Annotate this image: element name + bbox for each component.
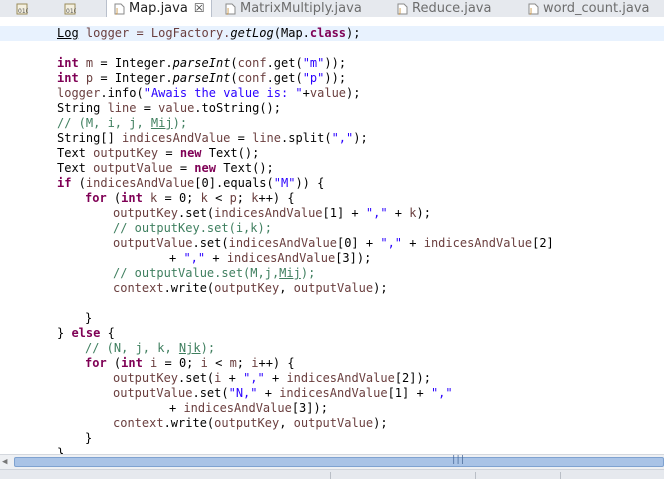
java-file-icon: J [527,3,539,15]
code-line: Log logger = LogFactory.getLog(Map.class… [57,26,361,40]
svg-text:J: J [398,7,401,15]
code-line: outputValue.set("N," + indicesAndValue[1… [113,386,453,400]
code-line: String line = value.toString(); [57,101,281,115]
code-line: outputKey.set(indicesAndValue[1] + "," +… [113,206,431,220]
code-line: Text outputKey = new Text(); [57,146,260,160]
tab-label: Reduce.java [412,1,492,16]
code-line: if (indicesAndValue[0].equals("M")) { [57,176,325,190]
tab-map-java[interactable]: J Map.java ☒ [106,0,212,17]
code-line: + indicesAndValue[3]); [169,401,328,415]
close-icon[interactable]: ☒ [194,1,205,16]
horizontal-scrollbar[interactable]: ◀ ||| [0,454,664,469]
svg-text:J: J [529,7,532,15]
tab-matrixmultiply-java[interactable]: J MatrixMultiply.java [224,0,362,17]
class-file-icon: 010 [16,3,30,15]
code-comment: // outputValue.set(M,j,Mij); [113,266,316,280]
java-file-icon: J [224,3,236,15]
java-file-icon: J [396,3,408,15]
svg-text:010: 010 [18,8,28,15]
code-line: int p = Integer.parseInt(conf.get("p")); [57,71,347,85]
tab-class-file-1[interactable]: 010 [16,0,46,17]
code-line: outputValue.set(indicesAndValue[0] + ","… [113,236,554,250]
code-comment: // (M, i, j, Mij); [57,116,188,130]
code-line: } [85,311,93,325]
code-line: context.write(outputKey, outputValue); [113,281,388,295]
code-line: for (int i = 0; i < m; i++) { [85,356,295,370]
code-line: } else { [57,326,115,340]
code-line: } [85,431,93,445]
scrollbar-grip-icon: ||| [451,455,465,465]
java-file-icon: J [113,3,125,15]
svg-text:J: J [115,7,118,15]
scroll-left-arrow-icon[interactable]: ◀ [2,457,7,467]
code-line: String[] indicesAndValue = line.split(",… [57,131,368,145]
code-line: logger.info("Awais the value is: "+value… [57,86,361,100]
code-line: } [57,446,65,454]
code-comment: // (N, j, k, Njk); [85,341,216,355]
scrollbar-thumb[interactable] [14,457,664,467]
svg-text:010: 010 [66,8,76,15]
code-line: + "," + indicesAndValue[3]); [169,251,372,265]
code-comment: // outputKey.set(i,k); [113,221,272,235]
tab-label: Map.java [129,1,188,16]
code-line: int m = Integer.parseInt(conf.get("m")); [57,56,347,70]
code-line: outputKey.set(i + "," + indicesAndValue[… [113,371,431,385]
tab-word-count-java[interactable]: J word_count.java [527,0,650,17]
code-line: Text outputValue = new Text(); [57,161,274,175]
tab-reduce-java[interactable]: J Reduce.java [396,0,491,17]
class-file-icon: 010 [64,3,78,15]
tab-label: word_count.java [543,1,650,16]
svg-text:J: J [226,7,229,15]
code-line: for (int k = 0; k < p; k++) { [85,191,295,205]
tab-class-file-2[interactable]: 010 [64,0,94,17]
editor-tab-bar: 010 010 J Map.java ☒ J MatrixMultiply.ja… [0,0,664,18]
tab-label: MatrixMultiply.java [240,1,362,16]
code-line: context.write(outputKey, outputValue); [113,416,388,430]
code-editor[interactable]: Log logger = LogFactory.getLog(Map.class… [0,17,664,454]
